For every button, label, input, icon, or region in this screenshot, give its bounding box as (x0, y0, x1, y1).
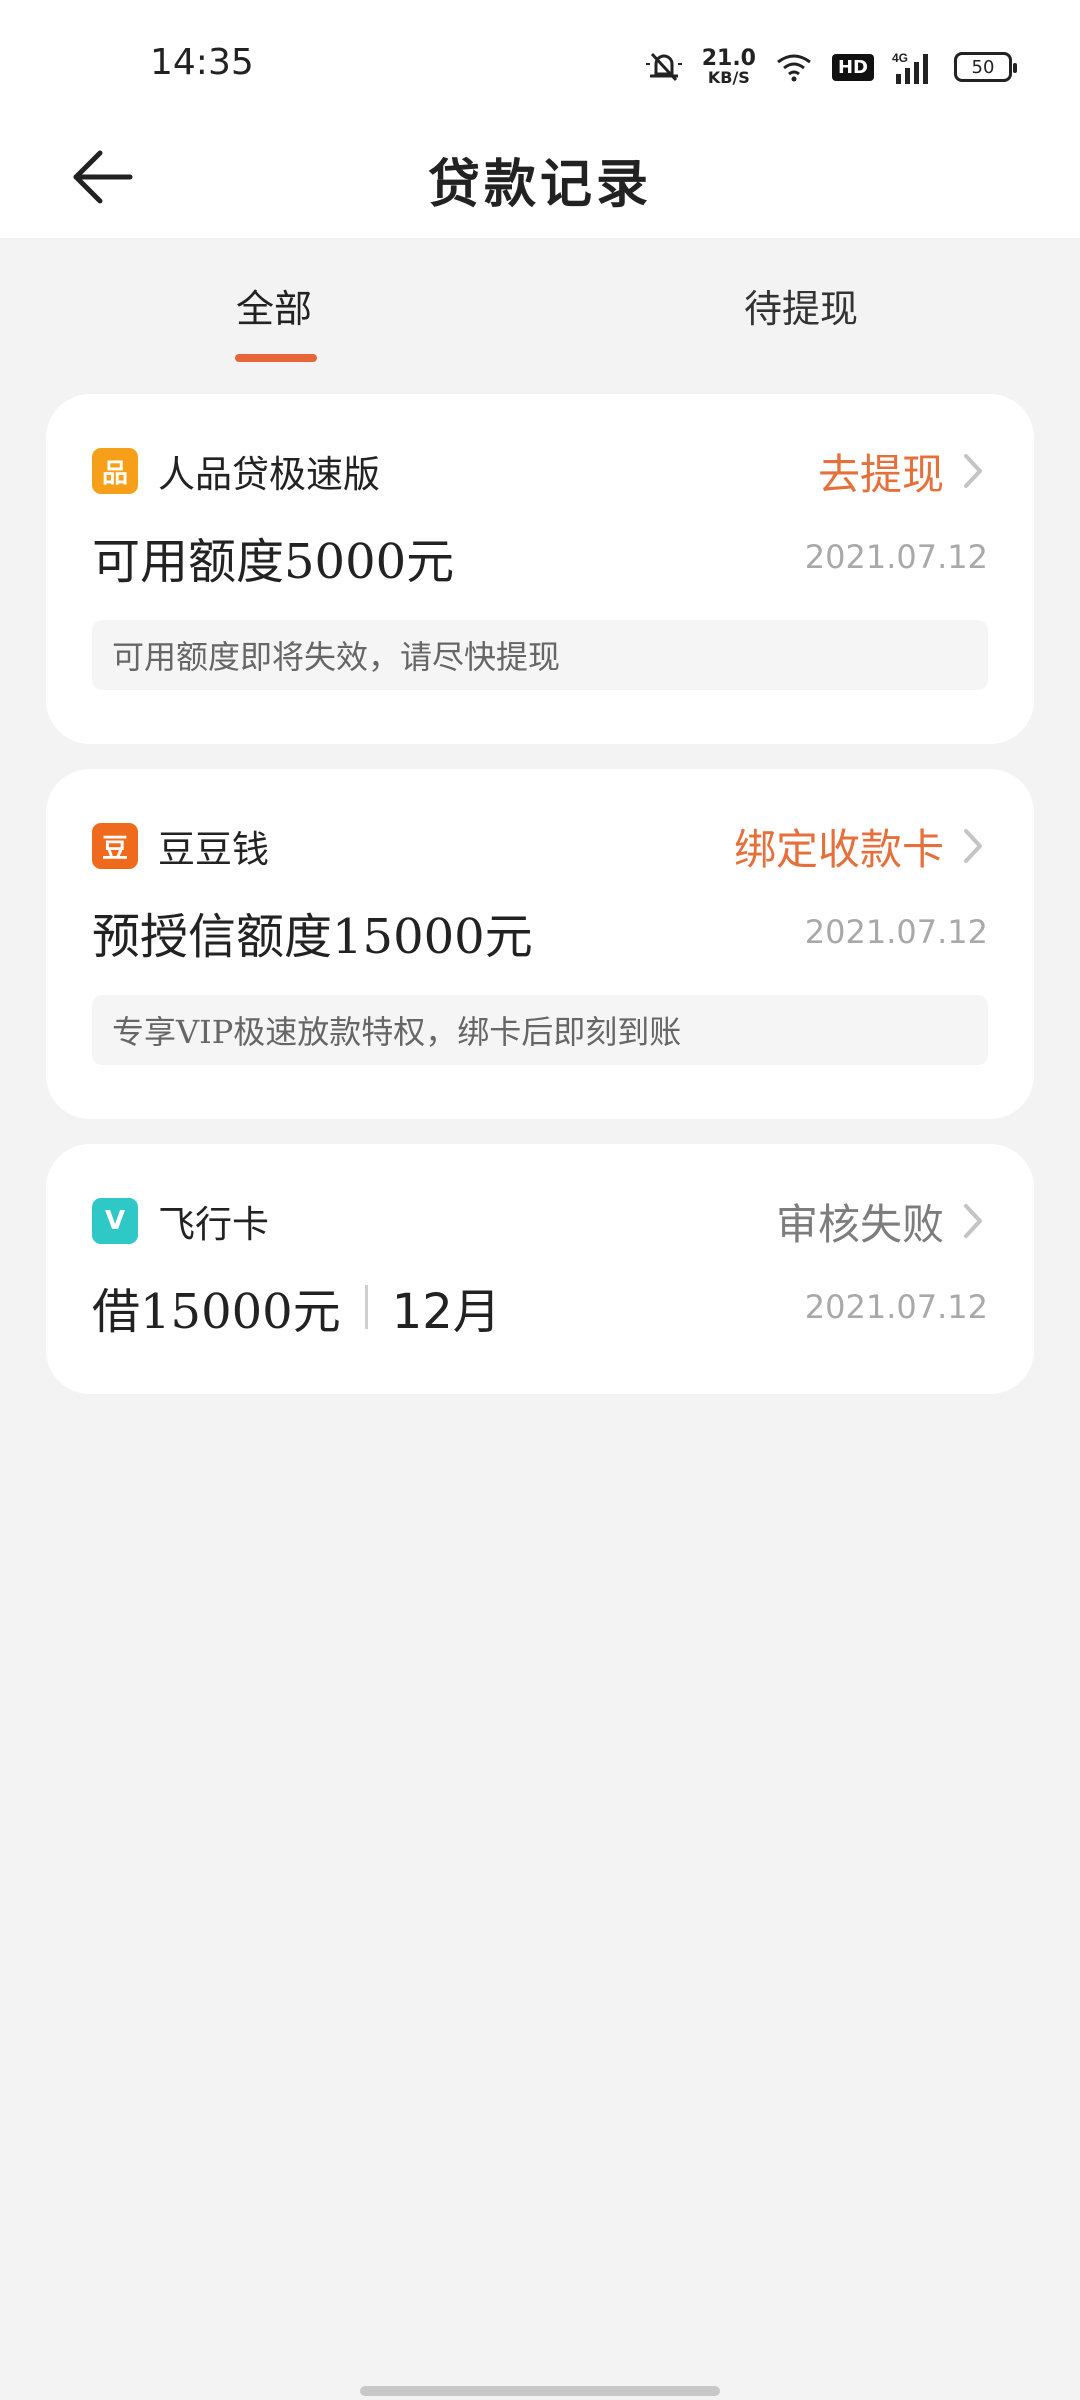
review-status[interactable]: 审核失败 (776, 1191, 944, 1252)
loan-amount: 借15000元 (92, 1284, 341, 1340)
record-notice: 专享VIP极速放款特权，绑卡后即刻到账 (92, 995, 988, 1065)
record-notice: 可用额度即将失效，请尽快提现 (92, 620, 988, 690)
chevron-right-icon (964, 829, 982, 863)
net-speed: 21.0 KB/S (701, 46, 756, 87)
app-name: 人品贷极速版 (158, 453, 380, 496)
home-indicator[interactable] (360, 2386, 720, 2396)
signal-4g-icon: 4G (892, 51, 928, 84)
status-time: 14:35 (150, 42, 254, 83)
loan-amount: 预授信额度15000元 (92, 909, 533, 965)
loan-term: 12月 (391, 1284, 501, 1340)
tab-bar: 全部 待提现 (0, 238, 1080, 368)
loan-record-card[interactable]: 品 人品贷极速版 去提现 可用额度5000元 2021.07.12 可用额度即将… (46, 394, 1034, 744)
page-header: 贷款记录 (0, 120, 1080, 238)
app-logo-icon: 豆 (92, 823, 138, 869)
loan-record-card[interactable]: 豆 豆豆钱 绑定收款卡 预授信额度15000元 2021.07.12 专享VIP… (46, 769, 1034, 1119)
app-logo-icon: 品 (92, 448, 138, 494)
chevron-right-icon (964, 454, 982, 488)
hd-badge: HD (831, 53, 874, 81)
record-date: 2021.07.12 (804, 1288, 988, 1326)
battery-icon: 50 (954, 52, 1017, 82)
app-logo-icon: V (92, 1198, 138, 1244)
loan-record-card[interactable]: V 飞行卡 审核失败 借15000元 12月 2021.07.12 (46, 1144, 1034, 1394)
tab-all[interactable]: 全部 (236, 278, 312, 333)
status-icons: 21.0 KB/S HD 4G 50 (644, 42, 1017, 92)
tab-pending-withdrawal[interactable]: 待提现 (744, 278, 858, 333)
mute-bell-icon (645, 52, 682, 82)
bind-card-action[interactable]: 绑定收款卡 (734, 816, 944, 877)
record-date: 2021.07.12 (804, 913, 988, 951)
divider (364, 1285, 368, 1329)
app-name: 飞行卡 (158, 1203, 269, 1246)
record-date: 2021.07.12 (804, 538, 988, 576)
svg-text:4G: 4G (892, 51, 908, 65)
app-name: 豆豆钱 (158, 828, 269, 871)
page-title: 贷款记录 (427, 154, 652, 215)
withdraw-action[interactable]: 去提现 (818, 441, 944, 502)
status-bar: 14:35 21.0 KB/S HD 4G 50 (0, 0, 1080, 120)
wifi-icon (777, 54, 811, 82)
loan-amount: 可用额度5000元 (92, 534, 455, 590)
active-tab-indicator (235, 354, 317, 362)
chevron-right-icon (964, 1204, 982, 1238)
